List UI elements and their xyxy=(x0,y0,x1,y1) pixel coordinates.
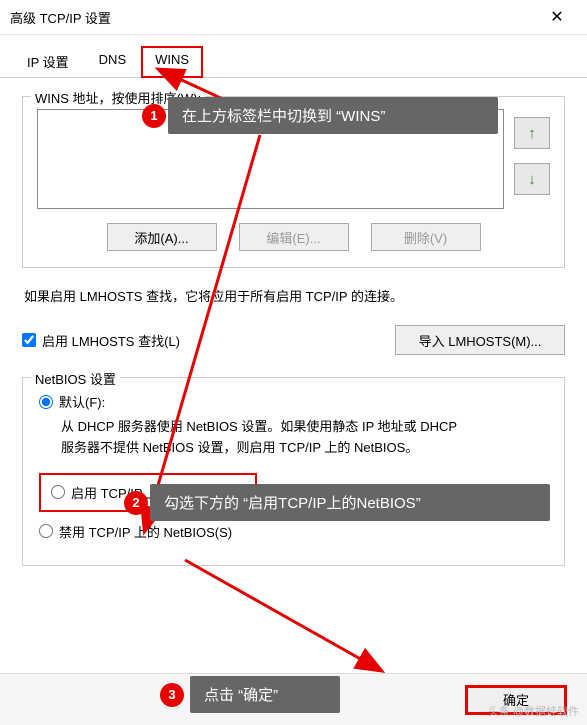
callout-3-num: 3 xyxy=(160,683,184,707)
netbios-default-radio[interactable] xyxy=(39,395,53,409)
edit-button[interactable]: 编辑(E)... xyxy=(239,223,349,251)
callout-1-text: 在上方标签栏中切换到 “WINS” xyxy=(182,105,385,126)
netbios-group-label: NetBIOS 设置 xyxy=(31,369,120,388)
netbios-group: NetBIOS 设置 默认(F): 从 DHCP 服务器使用 NetBIOS 设… xyxy=(22,377,565,566)
callout-1: 1 在上方标签栏中切换到 “WINS” xyxy=(168,97,498,134)
window-title: 高级 TCP/IP 设置 xyxy=(10,8,537,27)
tab-wins[interactable]: WINS xyxy=(141,46,203,78)
titlebar: 高级 TCP/IP 设置 ✕ xyxy=(0,0,587,35)
tab-ip[interactable]: IP 设置 xyxy=(12,45,84,77)
netbios-disable-label: 禁用 TCP/IP 上的 NetBIOS(S) xyxy=(59,522,232,541)
tab-bar: IP 设置 DNS WINS xyxy=(0,35,587,78)
enable-lmhosts-label: 启用 LMHOSTS 查找(L) xyxy=(42,331,180,350)
netbios-default-label: 默认(F): xyxy=(59,392,105,411)
enable-lmhosts-row[interactable]: 启用 LMHOSTS 查找(L) xyxy=(22,331,180,350)
callout-2: 2 勾选下方的 “启用TCP/IP上的NetBIOS” xyxy=(150,484,550,521)
lmhosts-desc: 如果启用 LMHOSTS 查找，它将应用于所有启用 TCP/IP 的连接。 xyxy=(24,286,563,305)
callout-1-num: 1 xyxy=(142,104,166,128)
import-lmhosts-button[interactable]: 导入 LMHOSTS(M)... xyxy=(395,325,565,355)
move-up-button[interactable]: ↑ xyxy=(514,117,550,149)
callout-3: 3 点击 “确定” xyxy=(190,676,340,713)
netbios-default-row[interactable]: 默认(F): xyxy=(39,392,548,411)
close-icon[interactable]: ✕ xyxy=(537,2,577,32)
netbios-enable-radio[interactable] xyxy=(51,485,65,499)
netbios-disable-radio[interactable] xyxy=(39,524,53,538)
move-down-button[interactable]: ↓ xyxy=(514,163,550,195)
remove-button[interactable]: 删除(V) xyxy=(371,223,481,251)
netbios-default-desc: 从 DHCP 服务器使用 NetBIOS 设置。如果使用静态 IP 地址或 DH… xyxy=(61,417,548,459)
add-button[interactable]: 添加(A)... xyxy=(107,223,217,251)
tab-dns[interactable]: DNS xyxy=(84,45,141,77)
callout-3-text: 点击 “确定” xyxy=(204,684,278,705)
watermark: 头条 @数据蛙软件 xyxy=(488,703,579,719)
callout-2-text: 勾选下方的 “启用TCP/IP上的NetBIOS” xyxy=(164,492,421,513)
callout-2-num: 2 xyxy=(124,491,148,515)
netbios-disable-row[interactable]: 禁用 TCP/IP 上的 NetBIOS(S) xyxy=(39,522,548,541)
enable-lmhosts-checkbox[interactable] xyxy=(22,333,36,347)
